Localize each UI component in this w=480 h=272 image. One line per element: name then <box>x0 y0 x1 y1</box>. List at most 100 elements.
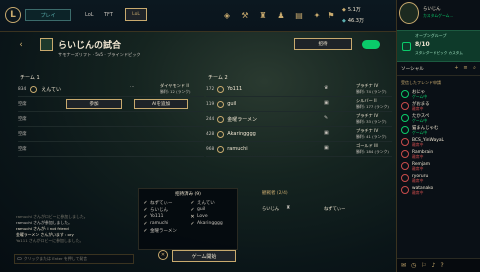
be-amount: 46.3万 <box>347 18 364 24</box>
invited-player: ✓ Akaringggg <box>190 220 223 227</box>
profile-status: カスタムゲーム... <box>423 13 454 18</box>
group-icon <box>402 42 411 51</box>
tools-icon[interactable]: ⚒ <box>240 10 250 20</box>
start-game-button[interactable]: ゲーム開始 <box>172 250 236 262</box>
player-avatar <box>217 145 225 153</box>
friend-row[interactable]: watanako 離席中 <box>397 184 480 196</box>
store-icon[interactable]: ◈ <box>222 10 232 20</box>
sidebar-footer: ✉ ◷ ⚐ ♪ ? <box>397 258 480 272</box>
invited-player: ✓ guil <box>190 206 206 213</box>
team1-slot[interactable]: 空席 <box>18 142 204 157</box>
shop-icon[interactable]: ⚑ <box>326 10 336 20</box>
friend-row[interactable]: ryoruru 離席中 <box>397 172 480 184</box>
clock-icon[interactable]: ◷ <box>411 262 416 269</box>
lobby-title: らいじんの試合 <box>58 41 122 51</box>
player-avatar <box>217 85 225 93</box>
map-icon <box>40 38 53 51</box>
rp-amount: 5.1万 <box>347 7 361 13</box>
invited-panel: 招待済み (9) ✓ ねずてぃー ✓ えんてい ✓ らいじん ✓ guil ✓ Yo111… <box>138 188 238 250</box>
friend-list: おにゃ ゲーム中 がおまる 離席中 たかスペ ゲーム中 猫まんじゃむ ゲーム中 BCS_… <box>397 88 480 196</box>
friend-avatar <box>401 174 409 182</box>
voice-icon[interactable]: ♪ <box>432 262 436 269</box>
top-navigation-bar: L プレイ LoL TFT LoL ◈ ⚒ ♜ ♟ ▤ ✦ ⚑ ◆ 5.1万 ◆ 4… <box>0 0 396 32</box>
team2-header: チーム 2 <box>208 75 228 81</box>
invited-player: ✓ Yo111 <box>143 213 164 220</box>
invited-player: ✓ らいじん <box>143 206 168 213</box>
team2-slot[interactable]: 244 金曜ラーメン ✎ プラチナ IV 勝利: 33 (ランク) <box>206 112 392 127</box>
team2-slot[interactable]: 172 Yo111 ♛ プラチナ IV 勝利: 74 (ランク) <box>206 82 392 97</box>
invited-player: ✕ Love <box>190 213 208 220</box>
friend-row[interactable]: たかスペ ゲーム中 <box>397 112 480 124</box>
loot-icon[interactable]: ✦ <box>312 10 322 20</box>
back-arrow-icon[interactable]: ‹ <box>16 40 26 50</box>
social-header: ソーシャル <box>401 67 424 72</box>
spectators-title: 観戦者 (2/4) <box>262 191 288 196</box>
player-avatar <box>217 130 225 138</box>
friend-requests-header: 受信したフレンド申請 <box>401 80 441 85</box>
edit-icon[interactable]: ✎ <box>324 115 328 121</box>
player-menu-icon[interactable]: ⋯ <box>130 85 135 90</box>
player-avatar <box>217 100 225 108</box>
search-icon[interactable]: ⌕ <box>471 64 478 71</box>
chat-input[interactable]: ▭ クリックまたは Enter を押して発言 <box>14 254 134 264</box>
friend-row[interactable]: がおまる 離席中 <box>397 100 480 112</box>
player-avatar <box>217 115 225 123</box>
team2-slot[interactable]: 968 ramuchi ▣ ゴールド III 勝利: 184 (ランク) <box>206 142 392 157</box>
invited-player: ✓ ramuchi <box>143 220 169 227</box>
group-label: オープングループ <box>415 33 447 38</box>
team1-slot[interactable]: 空席 <box>18 127 204 142</box>
team1-header: チーム 1 <box>20 75 40 81</box>
collection-icon[interactable]: ▤ <box>294 10 304 20</box>
team1-list: 834 えんてい ⋯ ダイヤモンド II 勝利: 12 (ランク) 空席 参加 … <box>18 82 204 157</box>
kick-icon[interactable]: ▣ <box>324 145 329 151</box>
group-panel[interactable]: オープングループ 8/10 スタンダードピック カスタム <box>397 30 480 62</box>
profile-avatar[interactable] <box>399 2 419 24</box>
play-button[interactable]: プレイ <box>25 9 71 21</box>
be-icon: ◆ <box>342 17 346 24</box>
chat-icon[interactable]: ✉ <box>401 262 406 269</box>
group-count: 8/10 <box>415 41 430 48</box>
league-logo-icon[interactable]: L <box>5 7 21 23</box>
team2-slot[interactable]: 428 Akaringggg ▣ プラチナ IV 勝利: 41 (ランク) <box>206 127 392 142</box>
team2-slot[interactable]: 119 guil ▣ シルバー II 勝利: 177 (ランク) <box>206 97 392 112</box>
kick-icon[interactable]: ▣ <box>324 130 329 136</box>
social-sidebar: らいじん カスタムゲーム... オープングループ 8/10 スタンダードピック … <box>396 0 480 272</box>
profile-icon[interactable]: ♟ <box>276 10 286 20</box>
join-button[interactable]: 参加 <box>66 99 122 109</box>
trophy-icon[interactable]: ♜ <box>258 10 268 20</box>
nav-lol[interactable]: LoL <box>85 12 94 18</box>
friend-avatar <box>401 102 409 110</box>
spectator-icon: ♜ <box>286 205 291 211</box>
team1-slot[interactable]: 空席 <box>18 112 204 127</box>
kick-icon[interactable]: ▣ <box>324 100 329 106</box>
friend-avatar <box>401 186 409 194</box>
invite-button[interactable]: 招待 <box>294 38 352 50</box>
promote-icon[interactable]: ♛ <box>324 85 328 91</box>
chat-log: ramuchi さんがロビーに参加しました。 ramuchi さんが参加しました… <box>16 214 88 243</box>
friend-row[interactable]: Remjam 離席中 <box>397 160 480 172</box>
sort-icon[interactable]: ≡ <box>462 64 469 71</box>
toggle-switch[interactable] <box>362 40 380 49</box>
friend-row[interactable]: おにゃ ゲーム中 <box>397 88 480 100</box>
help-icon[interactable]: ? <box>441 262 444 269</box>
invited-player: ✓ えんてい <box>190 199 215 206</box>
team1-slot[interactable]: 空席 参加 AIを追加 <box>18 97 204 112</box>
rp-icon: ◆ <box>342 6 346 13</box>
close-icon[interactable]: ✕ <box>158 250 168 260</box>
mission-icon[interactable]: ⚐ <box>421 262 426 269</box>
nav-tft[interactable]: TFT <box>104 12 113 18</box>
friend-row[interactable]: 猫まんじゃむ ゲーム中 <box>397 124 480 136</box>
add-friend-icon[interactable]: + <box>453 64 460 71</box>
team1-slot[interactable]: 834 えんてい ⋯ ダイヤモンド II 勝利: 12 (ランク) <box>18 82 204 97</box>
friend-row[interactable]: Rambrain 離席中 <box>397 148 480 160</box>
friend-avatar <box>401 150 409 158</box>
lobby-subtitle: サモナーズリフト · 5v5 · ブラインドピック <box>58 52 141 57</box>
add-bot-button[interactable]: AIを追加 <box>134 99 188 109</box>
rank-badge[interactable]: LoL <box>125 8 147 21</box>
friend-avatar <box>401 90 409 98</box>
invited-player: ✓ 金曜ラーメン <box>143 227 177 234</box>
friend-avatar <box>401 162 409 170</box>
friend-row[interactable]: BCS_YinWayaL 離席中 <box>397 136 480 148</box>
profile-name: らいじん <box>423 7 441 12</box>
spectator-name: ねずてぃー <box>324 207 346 212</box>
